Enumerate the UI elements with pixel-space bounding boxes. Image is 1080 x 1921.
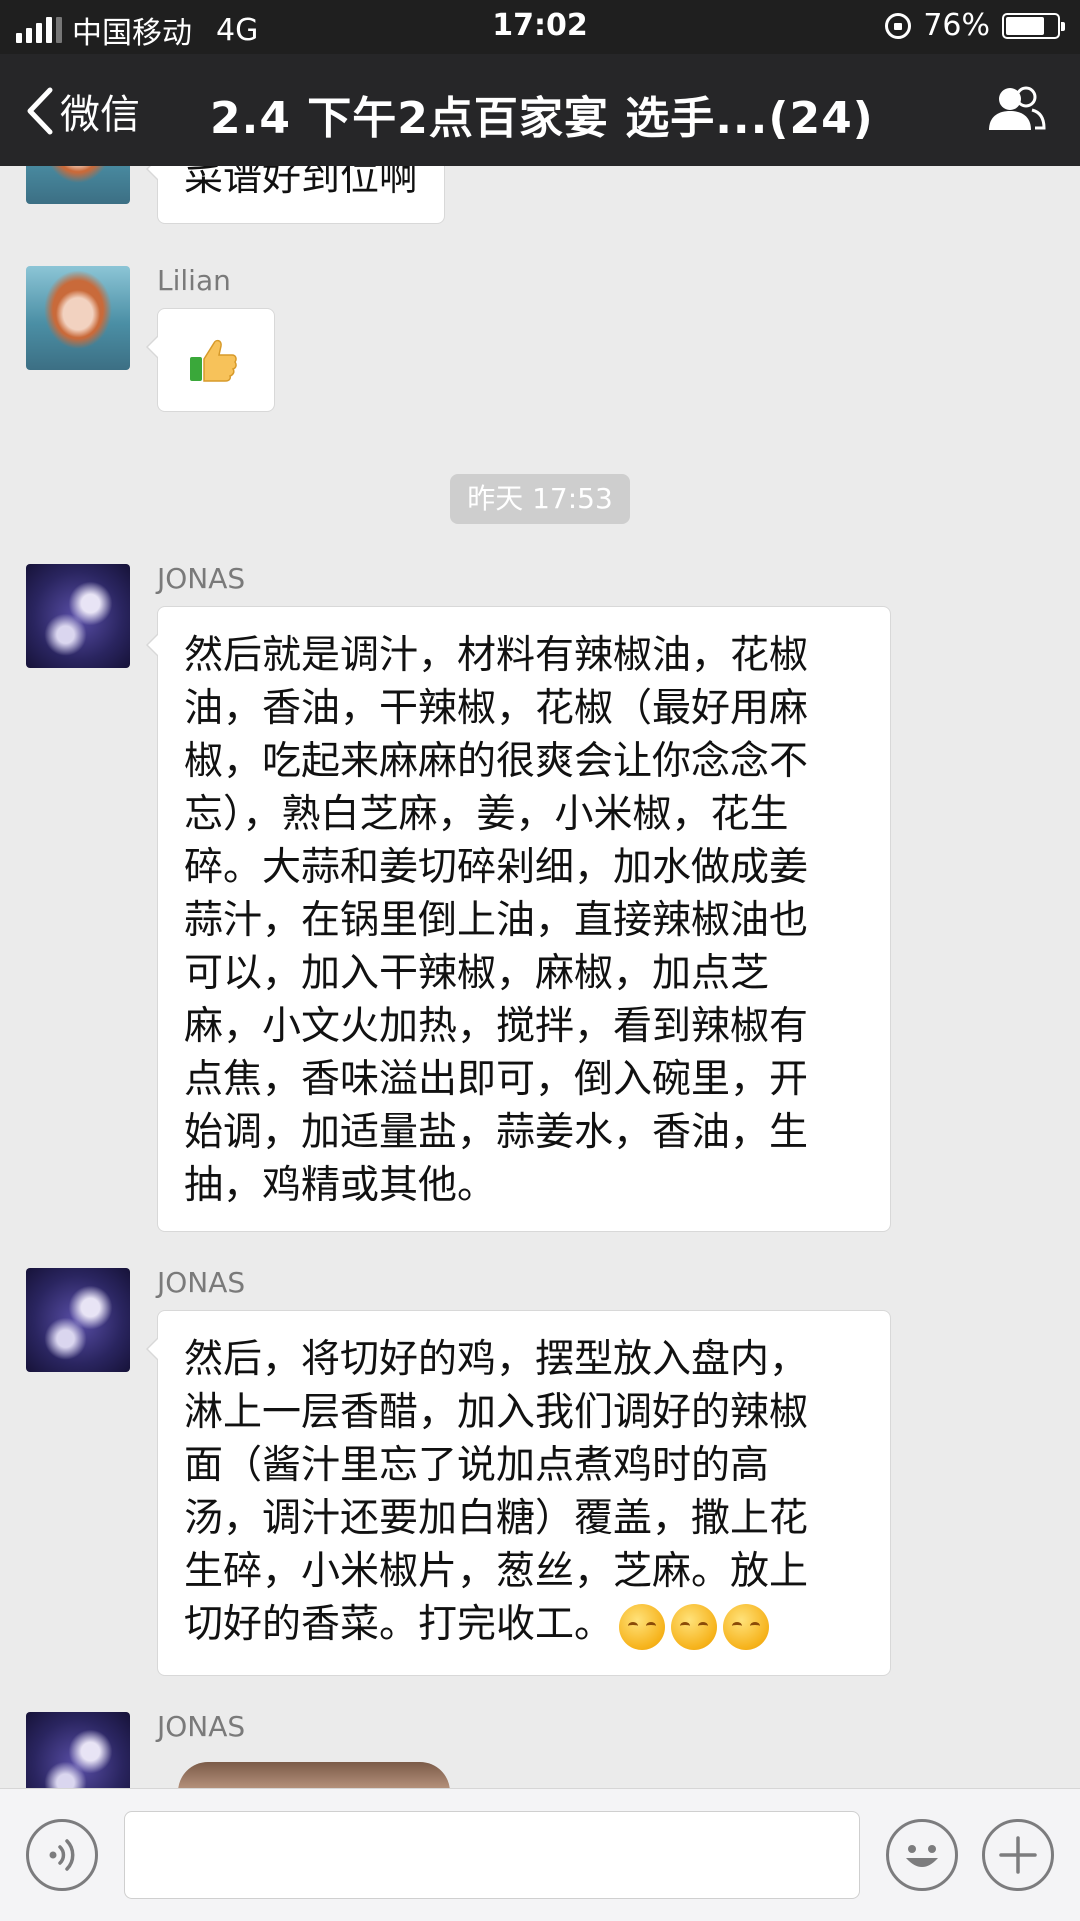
message-line: 碎。大蒜和姜切碎剁细，加水做成姜 <box>184 845 809 890</box>
chevron-left-icon <box>27 87 53 135</box>
image-message[interactable] <box>178 1762 450 1788</box>
sender-name: Lilian <box>157 264 231 297</box>
message-line: 然后就是调汁，材料有辣椒油，花椒 <box>184 633 809 678</box>
message-line: 然后，将切好的鸡，摆型放入盘内， <box>184 1337 809 1382</box>
message-line: 椒，吃起来麻麻的很爽会让你念念不 <box>184 739 809 784</box>
message-bubble[interactable]: 然后，将切好的鸡，摆型放入盘内， 淋上一层香醋，加入我们调好的辣椒 面（酱汁里忘… <box>146 1310 891 1676</box>
battery-percent: 76% <box>923 8 990 43</box>
message-list[interactable]: 菜谱好到位啊 Lilian 昨天 17:53 JONAS 然后就是调汁，材料有辣… <box>0 166 1080 1788</box>
message-line: 切好的香菜。打完收工。 <box>184 1602 614 1647</box>
message-line: 忘），熟白芝麻，姜，小米椒，花生 <box>184 792 789 837</box>
emoji-icon <box>906 1845 938 1867</box>
chat-header: 微信 2.4 下午2点百家宴 选手...(24) <box>0 54 1080 166</box>
status-bar: 中国移动 4G 17:02 76% <box>0 0 1080 54</box>
message-line: 生碎，小米椒片，葱丝，芝麻。放上 <box>184 1549 809 1594</box>
message-line-last: 切好的香菜。打完收工。 <box>184 1598 864 1651</box>
message-line: 始调，加适量盐，蒜姜水，香油，生 <box>184 1110 809 1155</box>
message-line: 蒜汁，在锅里倒上油，直接辣椒油也 <box>184 898 809 943</box>
battery-fill <box>1006 16 1044 35</box>
message-line: 汤，调汁还要加白糖）覆盖，撒上花 <box>184 1496 809 1541</box>
input-bar <box>0 1788 1080 1921</box>
message-line: 油，香油，干辣椒，花椒（最好用麻 <box>184 686 809 731</box>
message-text: 菜谱好到位啊 <box>184 166 419 200</box>
avatar[interactable] <box>26 266 130 370</box>
message-bubble[interactable]: 菜谱好到位啊 <box>145 166 446 224</box>
blush-emoji-icon <box>619 1603 666 1650</box>
blush-emoji-icon <box>723 1603 770 1650</box>
thumbs-up-emoji-icon <box>190 339 237 382</box>
message-input[interactable] <box>124 1811 860 1899</box>
message-line: 面（酱汁里忘了说加点煮鸡时的高 <box>184 1443 770 1488</box>
sender-name: JONAS <box>157 562 246 595</box>
back-label: 微信 <box>60 92 140 138</box>
message-line: 淋上一层香醋，加入我们调好的辣椒 <box>184 1390 809 1435</box>
avatar[interactable] <box>26 166 130 204</box>
voice-button[interactable] <box>26 1819 98 1891</box>
message-line: 可以，加入干辣椒，麻椒，加点芝 <box>184 951 770 996</box>
message-timestamp: 昨天 17:53 <box>450 474 630 524</box>
message-bubble[interactable]: 然后就是调汁，材料有辣椒油，花椒 油，香油，干辣椒，花椒（最好用麻 椒，吃起来麻… <box>146 606 891 1232</box>
avatar[interactable] <box>26 1268 130 1372</box>
sender-name: JONAS <box>157 1266 246 1299</box>
orientation-lock-icon <box>885 12 912 39</box>
message-bubble[interactable] <box>146 308 275 412</box>
voice-icon <box>49 1839 75 1871</box>
blush-emoji-icon <box>671 1603 718 1650</box>
back-button[interactable]: 微信 <box>24 82 140 140</box>
status-right: 76% <box>885 8 1065 43</box>
avatar[interactable] <box>26 564 130 668</box>
emoji-button[interactable] <box>886 1819 958 1891</box>
avatar[interactable] <box>26 1712 130 1788</box>
battery-icon <box>1002 12 1065 39</box>
message-line: 麻，小文火加热，搅拌，看到辣椒有 <box>184 1004 809 1049</box>
group-info-button[interactable] <box>986 84 1046 138</box>
sender-name: JONAS <box>157 1710 246 1743</box>
message-line: 抽，鸡精或其他。 <box>184 1163 497 1208</box>
chat-title: 2.4 下午2点百家宴 选手...(24) <box>210 93 874 144</box>
more-button[interactable] <box>982 1819 1054 1891</box>
group-members-icon <box>989 86 1046 130</box>
plus-icon <box>999 1836 1037 1874</box>
message-line: 点焦，香味溢出即可，倒入碗里，开 <box>184 1057 809 1102</box>
